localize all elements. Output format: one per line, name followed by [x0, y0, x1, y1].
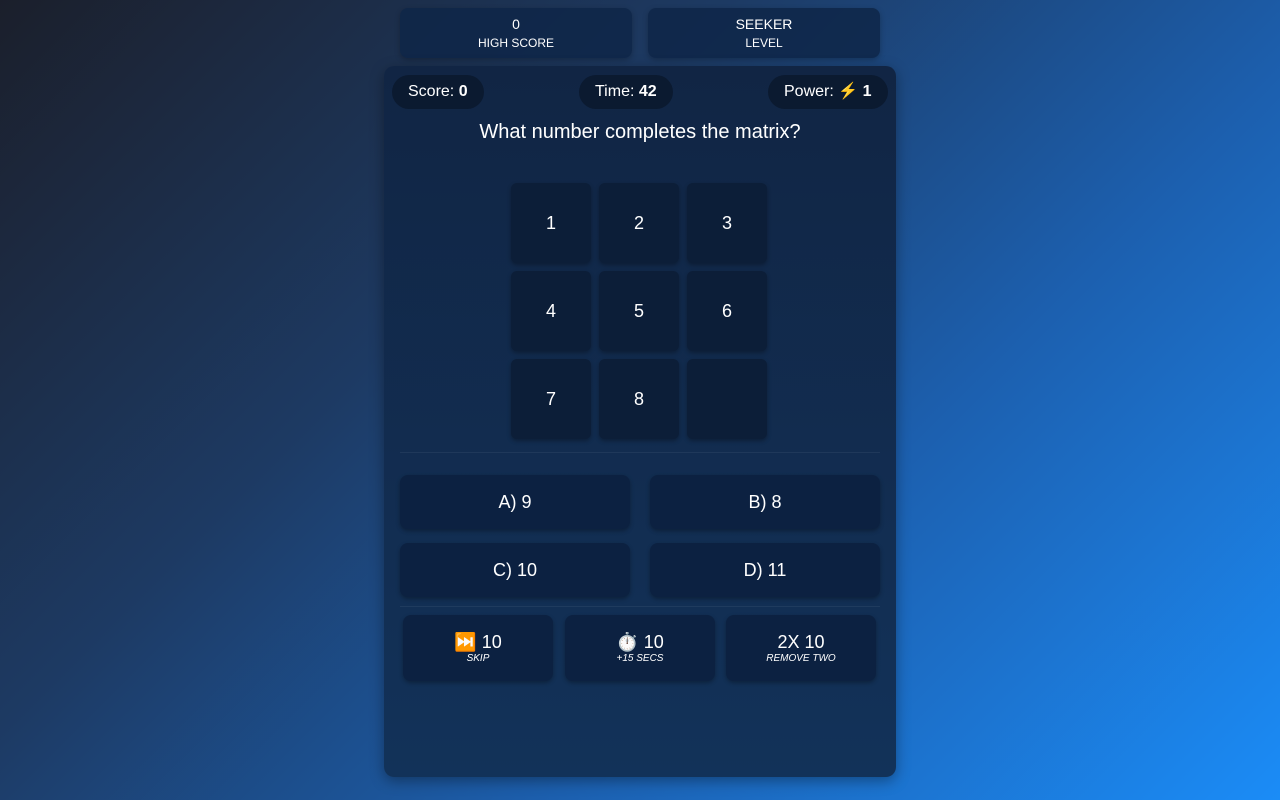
skip-icon: ⏭️ [454, 632, 477, 652]
matrix-cell: 7 [511, 359, 591, 439]
skip-cost: 10 [481, 632, 502, 652]
matrix-cell: 2 [599, 183, 679, 263]
time-pill: Time: 42 [579, 75, 673, 109]
matrix-cell: 4 [511, 271, 591, 351]
score-value: 0 [458, 83, 468, 100]
high-score-value: 0 [512, 16, 520, 32]
remove-two-label: REMOVE TWO [766, 653, 836, 664]
matrix-cell: 6 [687, 271, 767, 351]
lightning-icon: ⚡ [838, 83, 859, 100]
power-label: Power: [784, 83, 834, 100]
remove-two-powerup-button[interactable]: 2X 10 REMOVE TWO [726, 615, 876, 681]
score-label: Score: [408, 83, 455, 100]
time-cost: 10 [643, 632, 664, 652]
high-score-card: 0 HIGH SCORE [400, 8, 632, 58]
answer-b-button[interactable]: B) 8 [650, 475, 880, 529]
game-panel: Score: 0 Time: 42 Power: ⚡ 1 What number… [384, 66, 896, 777]
level-card: SEEKER LEVEL [648, 8, 880, 58]
answer-a-button[interactable]: A) 9 [400, 475, 630, 529]
question-text: What number completes the matrix? [479, 121, 801, 143]
skip-powerup-button[interactable]: ⏭️ 10 SKIP [403, 615, 553, 681]
divider [400, 452, 880, 453]
score-pill: Score: 0 [392, 75, 484, 109]
remove-two-cost: 10 [804, 632, 825, 652]
power-pill: Power: ⚡ 1 [768, 75, 888, 109]
high-score-label: HIGH SCORE [477, 36, 554, 50]
matrix-cell: 3 [687, 183, 767, 263]
answer-d-button[interactable]: D) 11 [650, 543, 880, 597]
power-value: 1 [862, 83, 872, 100]
matrix-cell: 1 [511, 183, 591, 263]
time-label: Time: [595, 83, 635, 100]
time-value: 42 [638, 83, 657, 100]
time-powerup-button[interactable]: ⏱️ 10 +15 SECS [565, 615, 715, 681]
matrix-cell: 8 [599, 359, 679, 439]
double-icon: 2X [777, 632, 800, 652]
stopwatch-icon: ⏱️ [616, 632, 639, 652]
time-label: +15 SECS [616, 653, 664, 664]
answer-c-button[interactable]: C) 10 [400, 543, 630, 597]
skip-label: SKIP [466, 653, 490, 664]
divider [400, 606, 880, 607]
level-label: LEVEL [745, 36, 783, 50]
level-value: SEEKER [735, 16, 793, 32]
matrix-cell-missing [687, 359, 767, 439]
matrix-cell: 5 [599, 271, 679, 351]
